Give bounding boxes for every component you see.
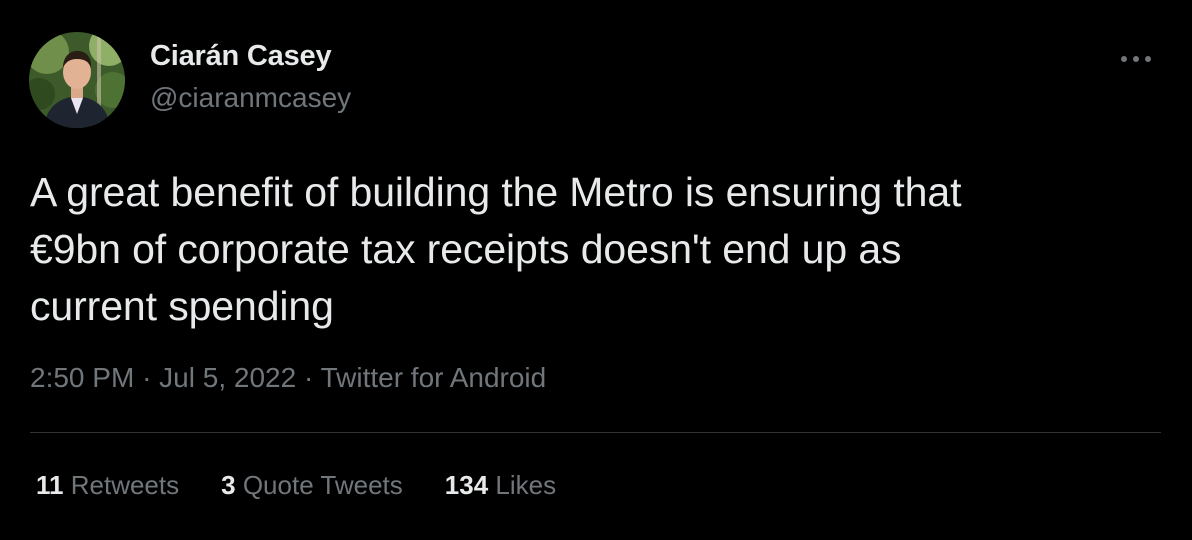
tweet-source[interactable]: Twitter for Android [321, 362, 547, 393]
profile-photo-icon [29, 32, 125, 128]
retweets-stat[interactable]: 11 Retweets [36, 470, 179, 501]
more-options-button[interactable] [1116, 44, 1156, 74]
retweets-label: Retweets [70, 470, 180, 500]
likes-label: Likes [495, 470, 557, 500]
tweet-text-line: €9bn of corporate tax receipts doesn't e… [30, 226, 902, 272]
separator: · [303, 362, 314, 393]
tweet-text: A great benefit of building the Metro is… [30, 164, 1150, 335]
tweet-time[interactable]: 2:50 PM [30, 362, 134, 393]
retweets-count: 11 [36, 470, 64, 500]
tweet-date[interactable]: Jul 5, 2022 [159, 362, 296, 393]
tweet-text-line: A great benefit of building the Metro is… [30, 169, 962, 215]
engagement-stats: 11 Retweets 3 Quote Tweets 134 Likes [36, 470, 598, 501]
tweet: Ciarán Casey @ciaranmcasey A great benef… [0, 0, 1192, 540]
separator: · [142, 362, 152, 393]
divider [30, 432, 1161, 433]
tweet-text-line: current spending [30, 283, 334, 329]
quote-tweets-label: Quote Tweets [242, 470, 403, 500]
likes-count: 134 [444, 470, 489, 500]
more-horizontal-icon [1121, 56, 1151, 62]
quote-tweets-stat[interactable]: 3 Quote Tweets [221, 470, 403, 501]
avatar[interactable] [29, 32, 125, 128]
user-handle[interactable]: @ciaranmcasey [150, 82, 351, 114]
likes-stat[interactable]: 134 Likes [445, 470, 556, 501]
display-name[interactable]: Ciarán Casey [150, 40, 332, 73]
tweet-metadata: 2:50 PM · Jul 5, 2022 · Twitter for Andr… [30, 362, 546, 394]
quote-tweets-count: 3 [221, 470, 236, 500]
